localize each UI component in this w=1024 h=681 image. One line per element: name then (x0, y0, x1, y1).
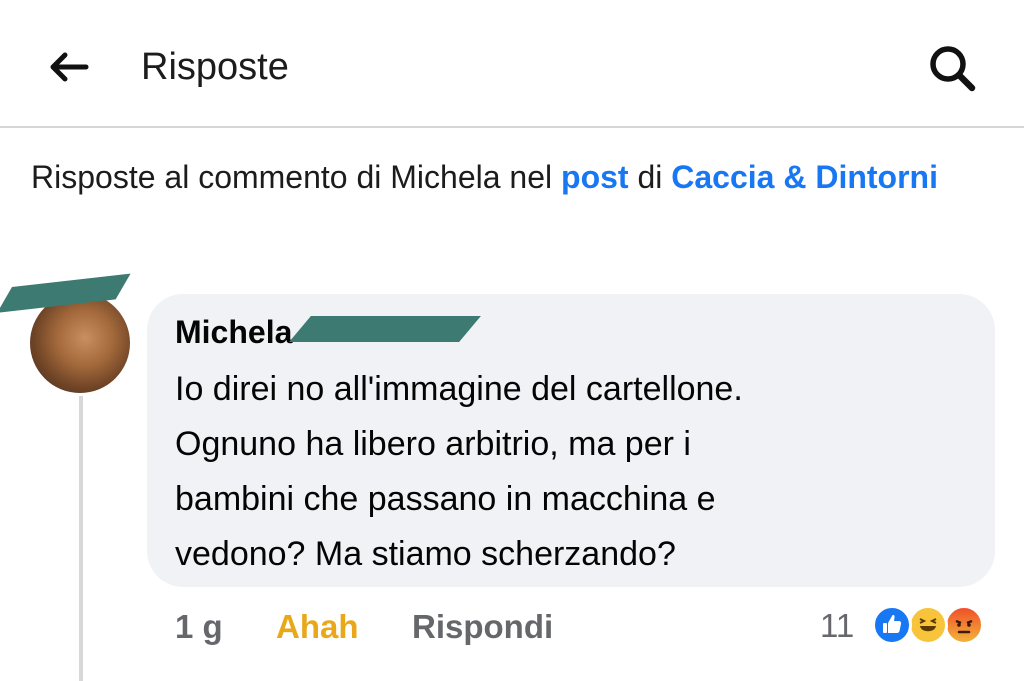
search-icon (930, 46, 976, 92)
group-link[interactable]: Caccia & Dintorni (671, 159, 938, 195)
reply-button[interactable]: Rispondi (412, 605, 553, 649)
angry-icon (944, 605, 984, 645)
thread-line (79, 396, 83, 681)
haha-icon (908, 605, 948, 645)
comment-author[interactable]: Michela (175, 312, 292, 352)
arrow-left-icon (50, 52, 89, 82)
comment-text: Io direi no all'immagine del cartellone.… (175, 370, 743, 573)
context-middle: di (628, 159, 672, 195)
like-icon (872, 605, 912, 645)
comment-timestamp[interactable]: 1 g (175, 605, 223, 649)
page-title: Risposte (141, 46, 289, 88)
redaction-mark (289, 316, 481, 342)
avatar[interactable] (30, 293, 130, 393)
post-link[interactable]: post (561, 159, 629, 195)
back-button[interactable] (44, 44, 94, 90)
reaction-button[interactable]: Ahah (276, 605, 359, 649)
top-bar: Risposte (0, 0, 1024, 128)
search-button[interactable] (920, 40, 984, 96)
reaction-count: 11 (820, 607, 855, 644)
context-prefix: Risposte al commento di Michela nel (31, 159, 562, 195)
replies-context: Risposte al commento di Michela nel post… (31, 155, 991, 199)
